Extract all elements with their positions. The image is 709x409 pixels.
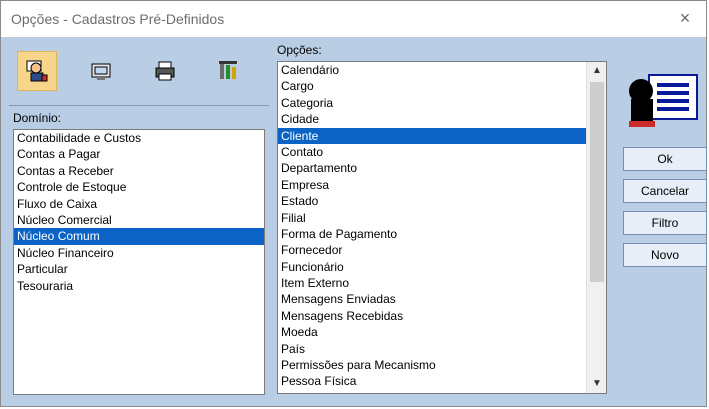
list-item[interactable]: Funcionário: [278, 259, 586, 275]
scrollbar-thumb[interactable]: [590, 82, 604, 282]
printer-icon: [155, 61, 175, 81]
list-item[interactable]: Categoria: [278, 95, 586, 111]
list-item[interactable]: Núcleo Financeiro: [14, 245, 264, 261]
document-user-icon: [629, 74, 698, 127]
list-item[interactable]: Fornecedor: [278, 242, 586, 258]
toolbar-button-monitor[interactable]: [81, 51, 121, 91]
list-item[interactable]: Moeda: [278, 324, 586, 340]
ok-button[interactable]: Ok: [623, 147, 707, 171]
list-item-selected[interactable]: Núcleo Comum: [14, 228, 264, 245]
list-item[interactable]: Contato: [278, 144, 586, 160]
list-item[interactable]: Núcleo Comercial: [14, 212, 264, 228]
list-item[interactable]: Tesouraria: [14, 278, 264, 294]
list-item[interactable]: Item Externo: [278, 275, 586, 291]
monitor-icon: [91, 63, 111, 80]
list-item[interactable]: Departamento: [278, 160, 586, 176]
dialog-logo: [623, 69, 701, 131]
tools-icon: [219, 61, 237, 79]
toolbar-button-tools[interactable]: [209, 51, 249, 91]
list-item[interactable]: Mensagens Recebidas: [278, 308, 586, 324]
toolbar-button-user-settings[interactable]: [17, 51, 57, 91]
list-item[interactable]: Contas a Receber: [14, 163, 264, 179]
list-item[interactable]: Contabilidade e Custos: [14, 130, 264, 146]
toolbar-button-printer[interactable]: [145, 51, 185, 91]
window-title: Opções - Cadastros Pré-Definidos: [11, 11, 225, 27]
opcoes-label: Opções:: [277, 43, 322, 57]
close-icon[interactable]: ×: [674, 7, 696, 29]
list-item-selected[interactable]: Cliente: [278, 127, 586, 144]
list-item[interactable]: Controle de Estoque: [14, 179, 264, 195]
toolbar: [9, 45, 269, 107]
dominio-label: Domínio:: [13, 111, 62, 125]
list-item[interactable]: Estado: [278, 193, 586, 209]
list-item[interactable]: Pessoa Física: [278, 373, 586, 389]
list-item[interactable]: País: [278, 341, 586, 357]
user-settings-icon: [26, 60, 48, 82]
list-item[interactable]: Cargo: [278, 78, 586, 94]
list-item[interactable]: Fluxo de Caixa: [14, 196, 264, 212]
list-item[interactable]: Forma de Pagamento: [278, 226, 586, 242]
list-item[interactable]: Empresa: [278, 177, 586, 193]
opcoes-list[interactable]: Calendário Cargo Categoria Cidade Client…: [277, 61, 607, 394]
toolbar-separator: [9, 105, 269, 106]
novo-button[interactable]: Novo: [623, 243, 707, 267]
list-item[interactable]: Cidade: [278, 111, 586, 127]
opcoes-scrollbar[interactable]: ▲ ▼: [586, 62, 606, 393]
list-item[interactable]: Contas a Pagar: [14, 146, 264, 162]
dominio-list[interactable]: Contabilidade e Custos Contas a Pagar Co…: [13, 129, 265, 395]
list-item[interactable]: Mensagens Enviadas: [278, 291, 586, 307]
options-dialog: Opções - Cadastros Pré-Definidos × Domín…: [0, 0, 707, 407]
list-item[interactable]: Permissões para Mecanismo: [278, 357, 586, 373]
cancelar-button[interactable]: Cancelar: [623, 179, 707, 203]
filtro-button[interactable]: Filtro: [623, 211, 707, 235]
scroll-up-icon[interactable]: ▲: [587, 62, 607, 80]
list-item[interactable]: Particular: [14, 261, 264, 277]
title-bar: Opções - Cadastros Pré-Definidos ×: [1, 1, 706, 37]
scroll-down-icon[interactable]: ▼: [587, 375, 607, 393]
list-item[interactable]: Filial: [278, 210, 586, 226]
list-item[interactable]: Calendário: [278, 62, 586, 78]
opcoes-items: Calendário Cargo Categoria Cidade Client…: [278, 62, 586, 390]
